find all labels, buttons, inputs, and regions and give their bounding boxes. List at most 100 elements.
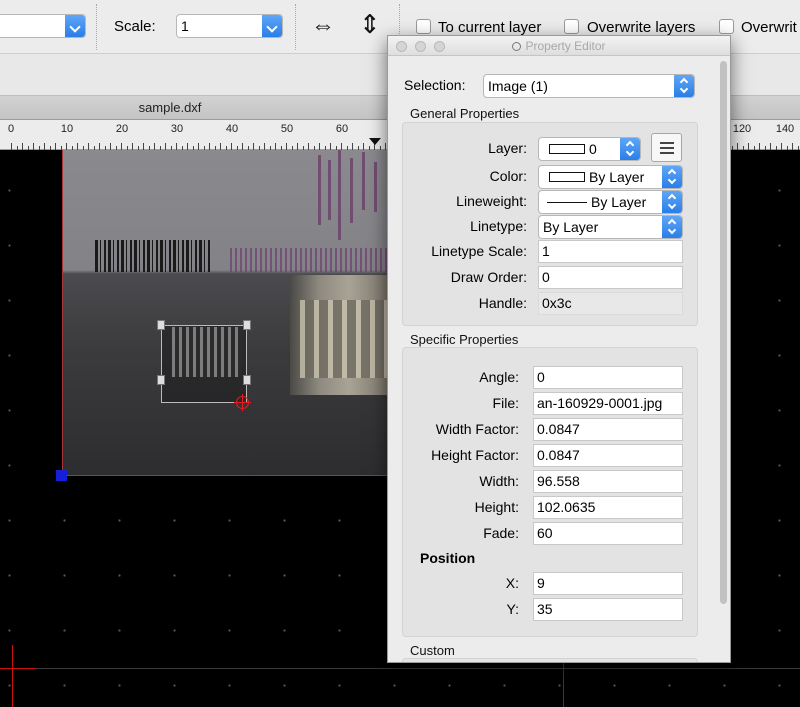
linetype-scale-label: Linetype Scale: [431,243,527,259]
width-field[interactable]: 96.558 [533,470,683,493]
ruler-tick [264,143,265,150]
handle-label: Handle: [478,295,527,311]
ruler-tick [253,143,254,150]
ruler-tick [275,143,276,150]
width-label: Width: [479,473,519,489]
scale-combo[interactable]: 1 [176,14,283,38]
property-editor-scrollbar[interactable] [718,58,729,662]
linetype-scale-field[interactable]: 1 [538,240,683,263]
height-field[interactable]: 102.0635 [533,496,683,519]
document-tab[interactable]: sample.dxf [130,100,210,115]
ruler-tick [352,143,353,150]
ruler-label: 10 [60,123,74,135]
general-properties-group: Layer: 0 Color: By Layer Lineweight: By … [402,122,698,326]
height-factor-field[interactable]: 0.0847 [533,444,683,467]
ruler-cursor-marker [369,138,381,145]
linetype-value: By Layer [543,219,599,235]
ruler-tick [165,143,166,150]
ruler-label: 120 [732,123,752,135]
ruler-tick [737,143,738,150]
grid-line [563,660,564,707]
to-current-layer-label: To current layer [438,19,542,36]
draw-order-label: Draw Order: [450,269,527,285]
up-down-arrows-icon [620,138,640,160]
selection-label: Selection: [404,77,466,93]
image-connector-pins [300,300,388,378]
handle-field: 0x3c [538,292,683,315]
ruler-tick [220,143,221,150]
layer-list-button[interactable] [651,133,682,162]
ruler-tick [110,143,111,150]
angle-field[interactable]: 0 [533,366,683,389]
lineweight-combo[interactable]: By Layer [538,190,683,214]
ruler-tick [88,143,89,150]
ruler-tick [286,143,287,150]
reference-point-icon[interactable] [234,394,251,411]
lineweight-label: Lineweight: [456,193,527,209]
layer-combo[interactable]: 0 [538,137,641,161]
specific-properties-group: Angle: 0 File: an-160929-0001.jpg Width … [402,347,698,637]
ruler-tick [11,143,12,150]
ruler-tick [121,143,122,150]
ruler-tick [143,143,144,150]
ruler-label: 50 [280,123,294,135]
ruler-tick [33,143,34,150]
resize-handle[interactable] [243,320,251,330]
left-combo[interactable] [0,14,86,38]
layer-value: 0 [589,141,597,157]
color-combo[interactable]: By Layer [538,165,683,189]
ruler-tick [209,143,210,150]
ruler-tick [781,143,782,150]
draw-order-field[interactable]: 0 [538,266,683,289]
vertical-arrows-icon[interactable]: ⇕ [359,11,381,37]
width-factor-field[interactable]: 0.0847 [533,418,683,441]
ruler-tick [22,143,23,150]
property-editor-titlebar[interactable]: Property Editor [388,36,730,56]
linetype-combo[interactable]: By Layer [538,215,683,239]
resize-handle[interactable] [157,320,165,330]
chevron-down-icon [262,15,282,37]
y-field[interactable]: 35 [533,598,683,621]
color-swatch [549,172,585,182]
image-printed-band [230,248,388,272]
insertion-point-handle[interactable] [56,470,67,481]
scrollbar-thumb[interactable] [720,61,727,604]
selection-value: Image (1) [488,78,548,94]
color-value: By Layer [589,169,645,185]
horizontal-arrows-icon[interactable]: ⇔ [311,14,335,38]
toolbar-separator [96,4,97,50]
ruler-tick [176,143,177,150]
scale-label: Scale: [114,18,156,35]
file-field[interactable]: an-160929-0001.jpg [533,392,683,415]
to-current-layer-checkbox[interactable] [416,19,431,34]
overwrite-layers-checkbox[interactable] [564,19,579,34]
resize-handle[interactable] [157,375,165,385]
ruler-tick [242,143,243,150]
ruler-label: 140 [775,123,795,135]
ruler-tick [55,143,56,150]
ruler-tick [154,143,155,150]
up-down-arrows-icon [662,216,682,238]
width-factor-label: Width Factor: [435,421,519,437]
overwrite-blocks-checkbox[interactable] [719,19,734,34]
ruler-tick [770,143,771,150]
layer-label: Layer: [488,140,527,156]
ruler-tick [231,143,232,150]
image-barcode [95,240,210,272]
ruler-tick [319,143,320,150]
image-chip [172,327,242,377]
x-field[interactable]: 9 [533,572,683,595]
custom-properties-title: Custom [410,643,455,658]
resize-handle[interactable] [243,375,251,385]
x-label: X: [505,575,519,591]
up-down-arrows-icon [662,166,682,188]
ruler-label: 20 [115,123,129,135]
ruler-tick [308,143,309,150]
fade-field[interactable]: 60 [533,522,683,545]
ruler-tick [44,143,45,150]
ruler-label: 40 [225,123,239,135]
ruler-tick [99,143,100,150]
ruler-tick [748,143,749,150]
selection-combo[interactable]: Image (1) [483,74,695,98]
height-factor-label: Height Factor: [431,447,519,463]
